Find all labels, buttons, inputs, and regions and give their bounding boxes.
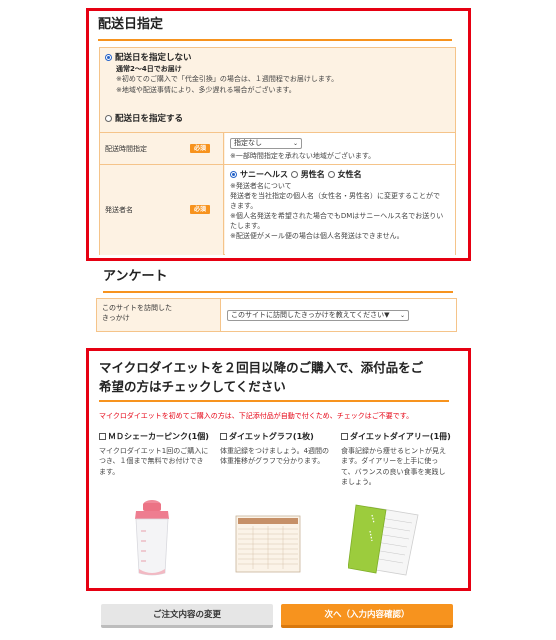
delivery-form-table: 配送日を指定しない 通常2～4日でお届け ※初めてのご購入で「代金引換」の場合は… (99, 47, 456, 255)
gift-desc-line: ましょう。 (341, 478, 376, 487)
survey-select[interactable]: このサイトに訪問したきっかけを教えてください▼ ⌄ (227, 310, 409, 321)
delivery-section-highlight: 配送日指定 配送日を指定しない 通常2～4日でお届け ※初めてのご購入で「代金引… (86, 8, 471, 261)
gift-desc-line: ます。ダイアリーを上手に使っ (341, 457, 439, 466)
delivery-option-none-radio[interactable]: 配送日を指定しない (105, 52, 455, 64)
sender-note: ※個人名発送を希望された場合でもDMはサニーヘルス名でお送りい (230, 212, 444, 221)
sender-note: ※配送便がメール便の場合は個人名発送はできません。 (230, 232, 404, 241)
delivery-time-select-value: 指定なし (234, 139, 262, 147)
sender-option-female[interactable]: 女性名 (327, 170, 362, 179)
gift-desc-line: マイクロダイエット1回のご購入に (99, 446, 209, 455)
delivery-option-none-sub: 通常2～4日でお届け (116, 65, 182, 74)
survey-question-line1: このサイトを訪問した (102, 304, 172, 312)
gift-diary-name: ダイエットダイアリー(1冊) (350, 432, 451, 441)
gift-section-title: マイクロダイエットを２回目以降のご購入で、添付品をご 希望の方はチェックしてくだ… (99, 359, 449, 402)
survey-table: このサイトを訪問した きっかけ このサイトに訪問したきっかけを教えてください▼ … (96, 298, 457, 332)
required-badge: 必須 (190, 205, 211, 214)
gift-section-highlight: マイクロダイエットを２回目以降のご購入で、添付品をご 希望の方はチェックしてくだ… (86, 348, 471, 591)
gift-title-line2: 希望の方はチェックしてください (99, 378, 286, 394)
delivery-note-1: ※初めてのご購入で「代金引換」の場合は、１週間程でお届けします。 (116, 75, 339, 84)
gift-shaker-name: ＭＤシェーカーピンク(1個) (108, 432, 209, 441)
gift-shaker-checkbox[interactable]: ＭＤシェーカーピンク(1個) (99, 431, 217, 443)
gift-title-line1: マイクロダイエットを２回目以降のご購入で、添付品をご (99, 360, 424, 375)
change-order-button[interactable]: ご注文内容の変更 (101, 604, 273, 628)
sender-option-male[interactable]: 男性名 (290, 170, 325, 179)
checkbox-icon[interactable] (220, 433, 227, 440)
gift-diary-checkbox[interactable]: ダイエットダイアリー(1冊) (341, 431, 459, 443)
gift-item-graph: ダイエットグラフ(1枚) 体重記録をつけましょう。4週間の 体重推移がグラフで分… (220, 431, 338, 467)
survey-question-line2: きっかけ (102, 314, 130, 323)
gift-graph-name: ダイエットグラフ(1枚) (229, 432, 314, 441)
gift-desc-line: 体重推移がグラフで分かります。 (220, 457, 325, 466)
gift-desc-line: つき、１個まで無料でお付けでき (99, 457, 204, 466)
gift-desc-line: ます。 (99, 467, 120, 476)
sender-name-header: 発送者名 必須 (100, 165, 224, 255)
shaker-product-image (135, 500, 169, 576)
gift-diary-desc: 食事記録から痩せるヒントが見え ます。ダイアリーを上手に使っ て、バランスの良い… (341, 446, 459, 488)
checkbox-icon[interactable] (341, 433, 348, 440)
sender-note: 発送者を当社指定の個人名（女性名・男性名）に変更することがで (230, 191, 440, 200)
radio-unselected-icon[interactable] (105, 115, 112, 122)
gift-shaker-desc: マイクロダイエット1回のご購入に つき、１個まで無料でお付けでき ます。 (99, 446, 217, 478)
next-confirm-button[interactable]: 次へ（入力内容確認） (281, 604, 453, 628)
delivery-option-specify-label: 配送日を指定する (115, 114, 184, 124)
delivery-time-select[interactable]: 指定なし ⌄ (230, 138, 302, 149)
radio-selected-icon[interactable] (230, 171, 237, 178)
diet-diary-product-image (348, 504, 419, 576)
sender-name-cell: サニーヘルス 男性名 女性名 ※発送者名について 発送者を当社指定の個人名（女性… (225, 165, 455, 255)
delivery-time-note: ※一部時間指定を承れない地域がございます。 (230, 152, 376, 160)
survey-question-header: このサイトを訪問した きっかけ (97, 299, 221, 331)
gift-warning-text: マイクロダイエットを初めてご購入の方は、下記添付品が自動で付くため、チェックはご… (99, 412, 414, 420)
gift-graph-desc: 体重記録をつけましょう。4週間の 体重推移がグラフで分かります。 (220, 446, 338, 467)
sender-name-label: 発送者名 (105, 206, 133, 214)
sender-name-radio-group: サニーヘルス 男性名 女性名 (230, 169, 450, 181)
delivery-section-title: 配送日指定 (98, 16, 452, 41)
delivery-time-label: 配送時間指定 (105, 145, 147, 153)
sender-option-sunny-label: サニーヘルス (240, 170, 288, 179)
radio-unselected-icon[interactable] (290, 171, 298, 178)
sender-note: きます。 (230, 201, 258, 210)
checkbox-icon[interactable] (99, 433, 106, 440)
survey-select-value: このサイトに訪問したきっかけを教えてください▼ (231, 311, 390, 319)
sender-option-sunny[interactable]: サニーヘルス (230, 170, 288, 179)
chevron-down-icon: ⌄ (292, 140, 298, 147)
sender-option-male-label: 男性名 (300, 170, 325, 179)
delivery-time-row: 配送時間指定 必須 指定なし ⌄ ※一部時間指定を承れない地域がございます。 (100, 132, 455, 164)
gift-desc-line: て、バランスの良い食事を実践し (341, 467, 446, 476)
radio-unselected-icon[interactable] (327, 171, 335, 178)
survey-select-wrap: このサイトに訪問したきっかけを教えてください▼ ⌄ (227, 309, 409, 321)
gift-graph-checkbox[interactable]: ダイエットグラフ(1枚) (220, 431, 338, 443)
sender-note: ※発送者名について (230, 181, 292, 190)
gift-item-shaker: ＭＤシェーカーピンク(1個) マイクロダイエット1回のご購入に つき、１個まで無… (99, 431, 217, 477)
sender-name-row: 発送者名 必須 サニーヘルス 男性名 女性名 ※発送者名について 発送者を当社指… (100, 164, 455, 255)
chevron-down-icon: ⌄ (399, 312, 405, 319)
gift-desc-line: 食事記録から痩せるヒントが見え (341, 446, 446, 455)
sender-option-female-label: 女性名 (337, 170, 362, 179)
gift-item-diary: ダイエットダイアリー(1冊) 食事記録から痩せるヒントが見え ます。ダイアリーを… (341, 431, 459, 488)
gift-desc-line: 体重記録をつけましょう。4週間の (220, 446, 330, 455)
survey-section-title: アンケート (103, 268, 453, 293)
delivery-note-2: ※地域や配送事情により、多少遅れる場合がございます。 (116, 85, 296, 94)
required-badge: 必須 (190, 144, 211, 153)
delivery-time-header: 配送時間指定 必須 (100, 133, 224, 164)
delivery-option-none-block: 配送日を指定しない 通常2～4日でお届け ※初めてのご購入で「代金引換」の場合は… (100, 52, 455, 112)
sender-note: たします。 (230, 222, 265, 231)
delivery-time-cell: 指定なし ⌄ ※一部時間指定を承れない地域がございます。 (225, 133, 455, 164)
radio-selected-icon[interactable] (105, 54, 112, 61)
diet-graph-product-image (235, 515, 301, 573)
delivery-option-none-label: 配送日を指定しない (115, 53, 192, 63)
delivery-option-specify-radio[interactable]: 配送日を指定する (100, 113, 455, 129)
